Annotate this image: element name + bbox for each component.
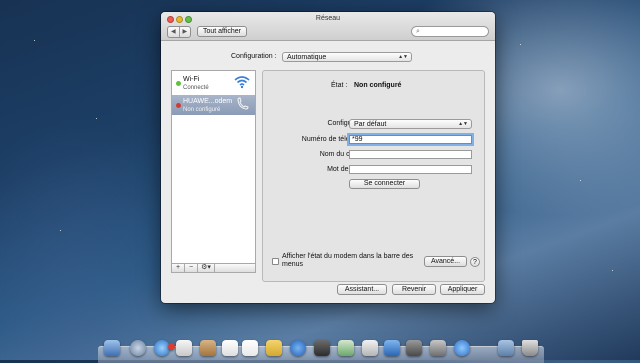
show-all-button[interactable]: Tout afficher xyxy=(197,26,247,37)
service-list-controls: + − ⚙▾ xyxy=(171,263,256,273)
notes-icon[interactable] xyxy=(266,340,282,356)
assistant-button[interactable]: Assistant... xyxy=(337,284,387,295)
status-value: Non configuré xyxy=(354,82,402,89)
contacts-icon[interactable] xyxy=(200,340,216,356)
star xyxy=(612,270,613,271)
popup-arrows-icon: ▲▼ xyxy=(458,121,468,127)
service-status: Connecté xyxy=(183,85,209,91)
star xyxy=(96,118,97,119)
account-name-field[interactable] xyxy=(349,150,472,159)
connect-button[interactable]: Se connecter xyxy=(349,179,420,189)
configuration-value: Par défaut xyxy=(354,121,387,128)
add-service-button[interactable]: + xyxy=(172,264,185,272)
show-modem-status-label: Afficher l'état du modem dans la barre d… xyxy=(282,253,414,268)
search-input[interactable]: ⌕ xyxy=(411,26,489,37)
star xyxy=(60,230,61,231)
advanced-button[interactable]: Avancé... xyxy=(424,256,467,267)
launchpad-icon[interactable] xyxy=(130,340,146,356)
configuration-select[interactable]: Par défaut ▲▼ xyxy=(349,119,472,129)
service-status: Non configuré xyxy=(183,107,221,113)
tool-icon[interactable] xyxy=(430,340,446,356)
downloads-stack-icon[interactable] xyxy=(498,340,514,356)
app-icon[interactable] xyxy=(454,340,470,356)
titlebar: Réseau ◀ ▶ Tout afficher ⌕ xyxy=(161,12,495,41)
itunes-icon[interactable] xyxy=(362,340,378,356)
window-title: Réseau xyxy=(315,15,341,22)
photos-icon[interactable] xyxy=(338,340,354,356)
revert-button[interactable]: Revenir xyxy=(392,284,436,295)
forward-arrow-icon[interactable]: ▶ xyxy=(180,27,191,37)
star xyxy=(580,180,581,181)
location-select[interactable]: Automatique ▲▼ xyxy=(282,52,412,62)
detail-panel xyxy=(262,70,485,282)
service-list: Wi-Fi Connecté HUAWE...odem Non configur… xyxy=(171,70,256,264)
app-store-icon[interactable] xyxy=(384,340,400,356)
service-name: Wi-Fi xyxy=(183,76,200,83)
remove-service-button[interactable]: − xyxy=(185,264,198,272)
show-modem-status-checkbox[interactable] xyxy=(272,258,279,265)
star xyxy=(520,44,521,45)
calendar-icon[interactable] xyxy=(222,340,238,356)
status-dot-green xyxy=(176,81,181,86)
nav-back-forward[interactable]: ◀ ▶ xyxy=(167,26,191,38)
service-name: HUAWE...odem xyxy=(183,98,233,105)
finder-icon[interactable] xyxy=(104,340,120,356)
facetime-icon[interactable] xyxy=(314,340,330,356)
help-button[interactable]: ? xyxy=(470,257,480,267)
popup-arrows-icon: ▲▼ xyxy=(398,54,408,60)
trash-icon[interactable] xyxy=(522,340,538,356)
status-dot-red xyxy=(176,103,181,108)
phone-icon xyxy=(237,97,249,110)
location-value: Automatique xyxy=(287,54,327,61)
mail-icon[interactable] xyxy=(176,340,192,356)
apply-button[interactable]: Appliquer xyxy=(440,284,485,295)
location-label: Configuration : xyxy=(231,53,277,60)
notification-badge xyxy=(168,343,175,350)
gear-icon[interactable]: ⚙▾ xyxy=(198,264,215,272)
service-item-wifi[interactable]: Wi-Fi Connecté xyxy=(172,73,255,93)
phone-number-field[interactable]: *99 xyxy=(349,135,472,144)
system-preferences-icon[interactable] xyxy=(406,340,422,356)
service-item-huawei-modem[interactable]: HUAWE...odem Non configuré xyxy=(172,95,255,115)
reminders-icon[interactable] xyxy=(242,340,258,356)
search-icon: ⌕ xyxy=(416,28,420,35)
network-preferences-window: Réseau ◀ ▶ Tout afficher ⌕ Configuration… xyxy=(161,12,495,303)
messages-icon[interactable] xyxy=(290,340,306,356)
wifi-icon xyxy=(234,76,250,89)
password-field[interactable] xyxy=(349,165,472,174)
star xyxy=(34,40,35,41)
status-label: État : xyxy=(331,82,348,89)
back-arrow-icon[interactable]: ◀ xyxy=(168,27,180,37)
